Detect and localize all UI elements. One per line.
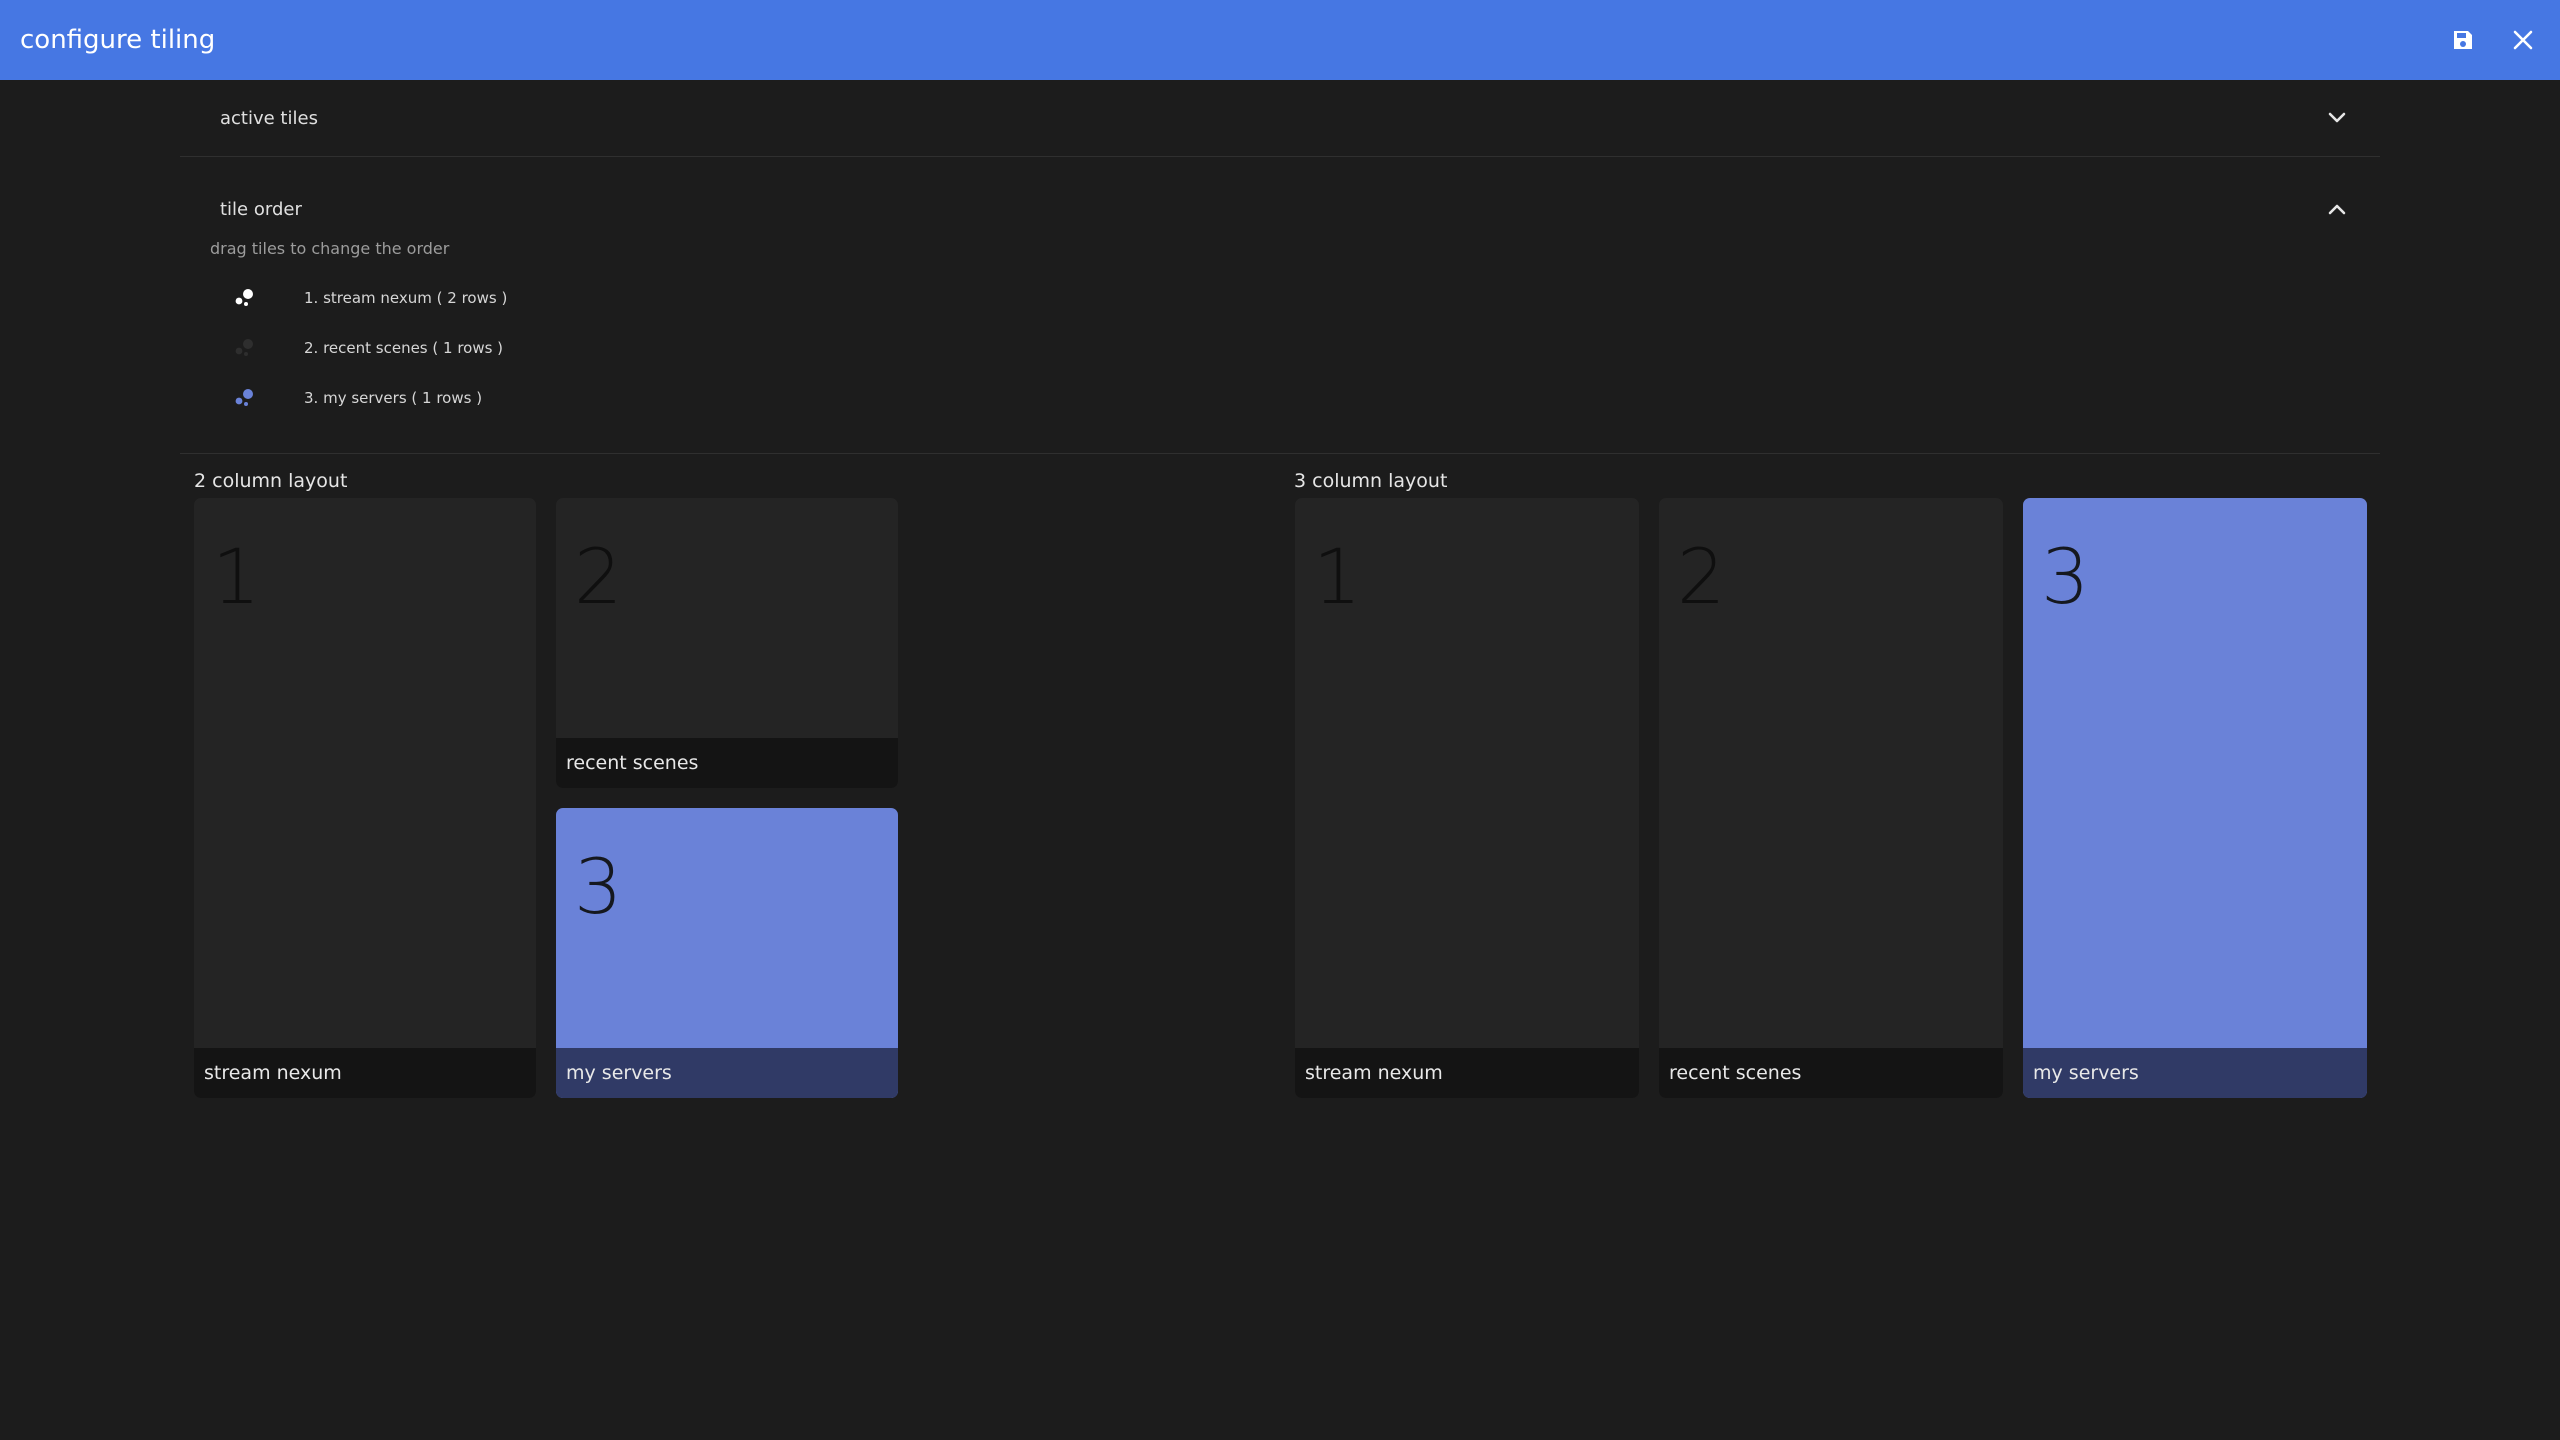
tile-order-list: 1. stream nexum ( 2 rows ) 2. recent sce… — [180, 273, 2380, 453]
active-tiles-label: active tiles — [220, 107, 318, 129]
tile-footer: recent scenes — [556, 738, 898, 788]
two-column-layout-label: 2 column layout — [194, 470, 348, 492]
tile-number: 1 — [1313, 532, 1362, 621]
tile-name: recent scenes — [566, 752, 699, 774]
tile-order-item[interactable]: 3. my servers ( 1 rows ) — [230, 373, 2380, 423]
three-column-tile-2: 2 recent scenes — [1659, 498, 2003, 1098]
tile-number: 2 — [1677, 532, 1726, 621]
tile-order-item-label: 2. recent scenes ( 1 rows ) — [304, 339, 504, 357]
tile-name: recent scenes — [1669, 1062, 1802, 1084]
close-button[interactable] — [2506, 23, 2540, 57]
drag-handle-icon[interactable] — [230, 333, 260, 363]
three-column-tile-1: 1 stream nexum — [1295, 498, 1639, 1098]
tile-name: stream nexum — [1305, 1062, 1443, 1084]
tile-footer: my servers — [2023, 1048, 2367, 1098]
three-column-layout-label: 3 column layout — [1294, 470, 1448, 492]
tile-number: 3 — [574, 842, 623, 931]
tile-order-hint: drag tiles to change the order — [210, 239, 450, 258]
drag-handle-icon[interactable] — [230, 283, 260, 313]
layout-previews: 2 column layout 1 stream nexum 2 recent … — [180, 454, 2380, 1154]
active-tiles-header[interactable]: active tiles — [180, 80, 2380, 156]
two-column-tile-2: 2 recent scenes — [556, 498, 898, 788]
main-content: active tiles tile order drag tiles to ch… — [180, 80, 2380, 1154]
tile-name: my servers — [2033, 1062, 2139, 1084]
three-column-tile-3: 3 my servers — [2023, 498, 2367, 1098]
chevron-up-icon — [2328, 204, 2346, 215]
tile-number: 2 — [574, 532, 623, 621]
title-bar-actions — [2446, 23, 2540, 57]
tile-number: 1 — [212, 532, 261, 621]
dialog-title: configure tiling — [20, 25, 216, 55]
tile-order-item[interactable]: 1. stream nexum ( 2 rows ) — [230, 273, 2380, 323]
tile-footer: stream nexum — [194, 1048, 536, 1098]
two-column-tile-3: 3 my servers — [556, 808, 898, 1098]
tile-footer: stream nexum — [1295, 1048, 1639, 1098]
save-icon — [2454, 31, 2472, 49]
two-column-tile-1: 1 stream nexum — [194, 498, 536, 1098]
tile-order-item-label: 1. stream nexum ( 2 rows ) — [304, 289, 508, 307]
drag-handle-icon[interactable] — [230, 383, 260, 413]
close-icon — [2513, 30, 2533, 50]
tile-name: stream nexum — [204, 1062, 342, 1084]
chevron-down-icon — [2328, 112, 2346, 123]
save-button[interactable] — [2446, 23, 2480, 57]
title-bar: configure tiling — [0, 0, 2560, 80]
tile-footer: recent scenes — [1659, 1048, 2003, 1098]
tile-number: 3 — [2041, 532, 2090, 621]
tile-order-label: tile order — [220, 198, 302, 220]
tile-order-item-label: 3. my servers ( 1 rows ) — [304, 389, 483, 407]
tile-name: my servers — [566, 1062, 672, 1084]
tile-footer: my servers — [556, 1048, 898, 1098]
tile-order-item[interactable]: 2. recent scenes ( 1 rows ) — [230, 323, 2380, 373]
tile-order-header[interactable]: tile order — [180, 157, 2380, 247]
